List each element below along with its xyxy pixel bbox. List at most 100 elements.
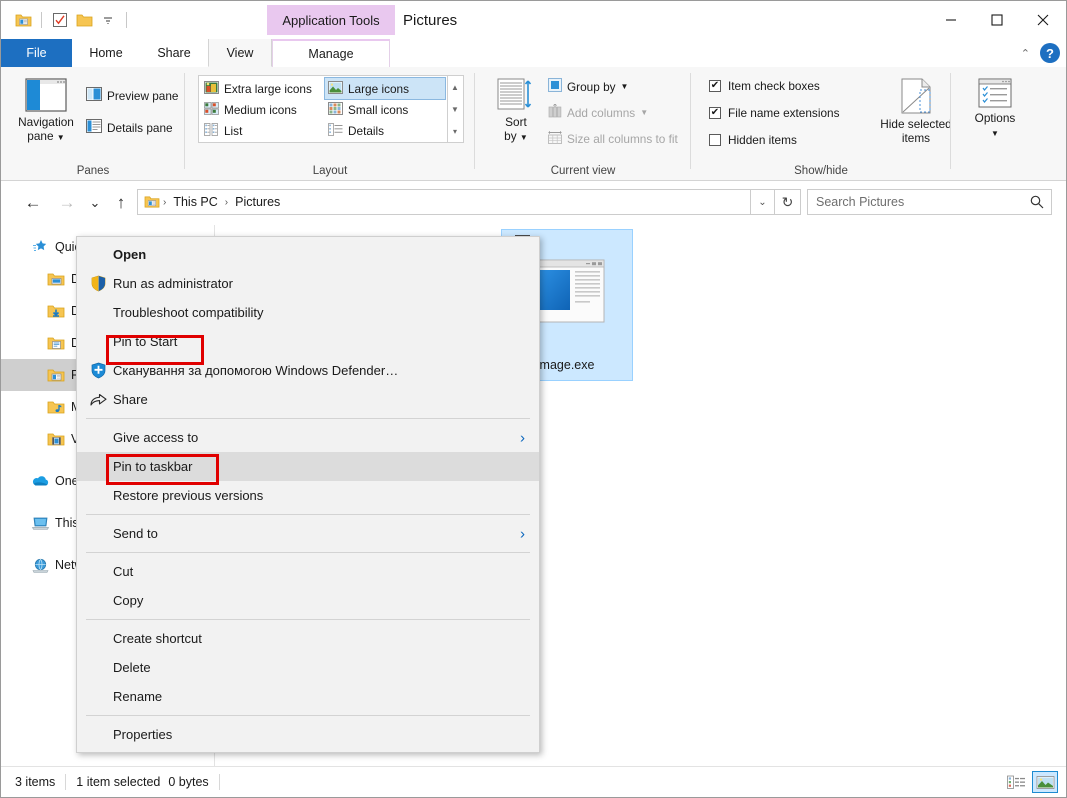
up-button[interactable]: ↑ bbox=[107, 189, 135, 217]
preview-pane-label: Preview pane bbox=[107, 88, 179, 103]
this-pc-icon bbox=[29, 513, 51, 533]
new-folder-icon[interactable] bbox=[72, 8, 96, 32]
menu-item-label: Restore previous versions bbox=[113, 488, 264, 503]
help-button[interactable]: ? bbox=[1040, 43, 1060, 63]
layout-item-label: Medium icons bbox=[224, 102, 297, 117]
breadcrumb-separator: › bbox=[163, 196, 167, 208]
menu-item-pin-to-start[interactable]: Pin to Start bbox=[77, 327, 539, 356]
status-bar: 3 items 1 item selected 0 bytes bbox=[1, 766, 1066, 797]
details-pane-button[interactable]: Details pane bbox=[83, 118, 176, 137]
extra-large-icons-icon bbox=[204, 80, 219, 97]
tab-manage[interactable]: Manage bbox=[272, 39, 390, 67]
options-label: Options ▼ bbox=[974, 111, 1016, 138]
tab-home[interactable]: Home bbox=[72, 39, 140, 67]
desktop-folder-icon bbox=[45, 269, 67, 289]
group-by-button[interactable]: Group by ▼ bbox=[545, 77, 631, 96]
address-field[interactable]: › This PC › Pictures bbox=[137, 189, 751, 215]
layout-item-label: List bbox=[224, 123, 243, 138]
context-menu[interactable]: Open Run as administrator Troubleshoot c… bbox=[76, 236, 540, 753]
hidden-items-checkbox[interactable] bbox=[709, 134, 721, 146]
minimize-button[interactable] bbox=[928, 1, 974, 39]
options-text: Options bbox=[974, 111, 1016, 125]
size-all-columns-button[interactable]: Size all columns to fit bbox=[545, 129, 681, 148]
hide-selected-items-label: Hide selected items bbox=[880, 117, 951, 145]
address-dropdown-icon[interactable]: ⌄ bbox=[751, 189, 775, 215]
navigation-pane-button[interactable]: Navigation pane ▼ bbox=[9, 75, 83, 148]
gallery-scroll-up-icon[interactable]: ▲ bbox=[448, 76, 462, 98]
layout-details[interactable]: Details bbox=[325, 120, 445, 141]
maximize-button[interactable] bbox=[974, 1, 1020, 39]
hide-selected-items-button[interactable]: Hide selected items bbox=[869, 75, 963, 148]
gallery-scroll-down-icon[interactable]: ▼ bbox=[448, 98, 462, 120]
layout-large-icons[interactable]: Large icons bbox=[324, 77, 446, 100]
sort-by-line1: Sort bbox=[505, 115, 527, 129]
pictures-folder-icon[interactable] bbox=[11, 8, 35, 32]
sort-by-button[interactable]: Sort by ▼ bbox=[487, 75, 545, 148]
file-name-extensions-checkbox[interactable] bbox=[709, 107, 721, 119]
properties-checkbox-icon[interactable] bbox=[48, 8, 72, 32]
item-check-boxes-option[interactable]: Item check boxes bbox=[709, 79, 820, 93]
menu-item-share[interactable]: Share bbox=[77, 385, 539, 414]
menu-item-rename[interactable]: Rename bbox=[77, 682, 539, 711]
preview-pane-button[interactable]: Preview pane bbox=[83, 86, 181, 105]
search-icon[interactable] bbox=[1023, 195, 1051, 209]
breadcrumb-this-pc[interactable]: This PC bbox=[169, 193, 221, 211]
close-button[interactable] bbox=[1020, 1, 1066, 39]
menu-item-troubleshoot-compatibility[interactable]: Troubleshoot compatibility bbox=[77, 298, 539, 327]
layout-gallery-scrollbar[interactable]: ▲ ▼ ▾ bbox=[448, 75, 464, 143]
forward-button[interactable]: → bbox=[53, 189, 81, 217]
menu-item-restore-previous-versions[interactable]: Restore previous versions bbox=[77, 481, 539, 510]
layout-small-icons[interactable]: Small icons bbox=[325, 99, 445, 120]
customize-dropdown-icon[interactable] bbox=[96, 8, 120, 32]
hidden-items-option[interactable]: Hidden items bbox=[709, 133, 797, 147]
onedrive-cloud-icon bbox=[29, 471, 51, 491]
back-button[interactable]: ← bbox=[19, 189, 47, 217]
menu-item-icon-placeholder bbox=[85, 591, 111, 611]
tab-view[interactable]: View bbox=[208, 39, 272, 67]
layout-list[interactable]: List bbox=[201, 120, 323, 141]
menu-item-label: Cut bbox=[113, 564, 134, 579]
file-name-extensions-option[interactable]: File name extensions bbox=[709, 106, 839, 120]
size-all-columns-icon bbox=[548, 130, 562, 147]
collapse-ribbon-icon[interactable]: ⌃ bbox=[1021, 47, 1030, 60]
add-columns-label: Add columns bbox=[567, 105, 636, 120]
menu-item-icon-placeholder bbox=[85, 428, 111, 448]
layout-item-label: Details bbox=[348, 123, 385, 138]
gallery-expand-icon[interactable]: ▾ bbox=[448, 120, 462, 142]
large-icons-icon bbox=[328, 80, 343, 97]
ribbon-group-current-view: Sort by ▼ Group by ▼ Add columns ▼ Size … bbox=[475, 67, 691, 181]
options-button[interactable]: Options ▼ bbox=[961, 75, 1029, 144]
search-input[interactable] bbox=[808, 194, 1023, 210]
menu-item-label: Open bbox=[113, 247, 147, 262]
details-view-button[interactable] bbox=[1003, 771, 1029, 793]
menu-item-scan-with-windows-defender[interactable]: Сканування за допомогою Windows Defender… bbox=[77, 356, 539, 385]
menu-item-create-shortcut[interactable]: Create shortcut bbox=[77, 624, 539, 653]
search-box[interactable] bbox=[807, 189, 1052, 215]
menu-item-icon-placeholder bbox=[85, 687, 111, 707]
menu-item-send-to[interactable]: Send to › bbox=[77, 519, 539, 548]
menu-item-label: Copy bbox=[113, 593, 144, 608]
documents-folder-icon bbox=[45, 333, 67, 353]
tab-share[interactable]: Share bbox=[140, 39, 208, 67]
menu-item-label: Share bbox=[113, 392, 148, 407]
menu-item-delete[interactable]: Delete bbox=[77, 653, 539, 682]
menu-item-open[interactable]: Open bbox=[77, 240, 539, 269]
menu-item-cut[interactable]: Cut bbox=[77, 557, 539, 586]
add-columns-button[interactable]: Add columns ▼ bbox=[545, 103, 651, 122]
menu-item-pin-to-taskbar[interactable]: Pin to taskbar bbox=[77, 452, 539, 481]
menu-item-properties[interactable]: Properties bbox=[77, 720, 539, 749]
menu-item-give-access-to[interactable]: Give access to › bbox=[77, 423, 539, 452]
menu-item-copy[interactable]: Copy bbox=[77, 586, 539, 615]
uac-shield-icon bbox=[85, 274, 111, 294]
recent-locations-button[interactable]: ⌄ bbox=[81, 189, 109, 217]
menu-item-run-as-administrator[interactable]: Run as administrator bbox=[77, 269, 539, 298]
breadcrumb-pictures[interactable]: Pictures bbox=[231, 193, 284, 211]
item-check-boxes-checkbox[interactable] bbox=[709, 80, 721, 92]
layout-extra-large-icons[interactable]: Extra large icons bbox=[201, 78, 323, 99]
layout-item-label: Small icons bbox=[348, 102, 409, 117]
large-icons-view-button[interactable] bbox=[1032, 771, 1058, 793]
tab-file[interactable]: File bbox=[1, 39, 72, 67]
window-controls bbox=[928, 1, 1066, 39]
layout-medium-icons[interactable]: Medium icons bbox=[201, 99, 323, 120]
refresh-icon[interactable]: ↻ bbox=[775, 189, 801, 215]
